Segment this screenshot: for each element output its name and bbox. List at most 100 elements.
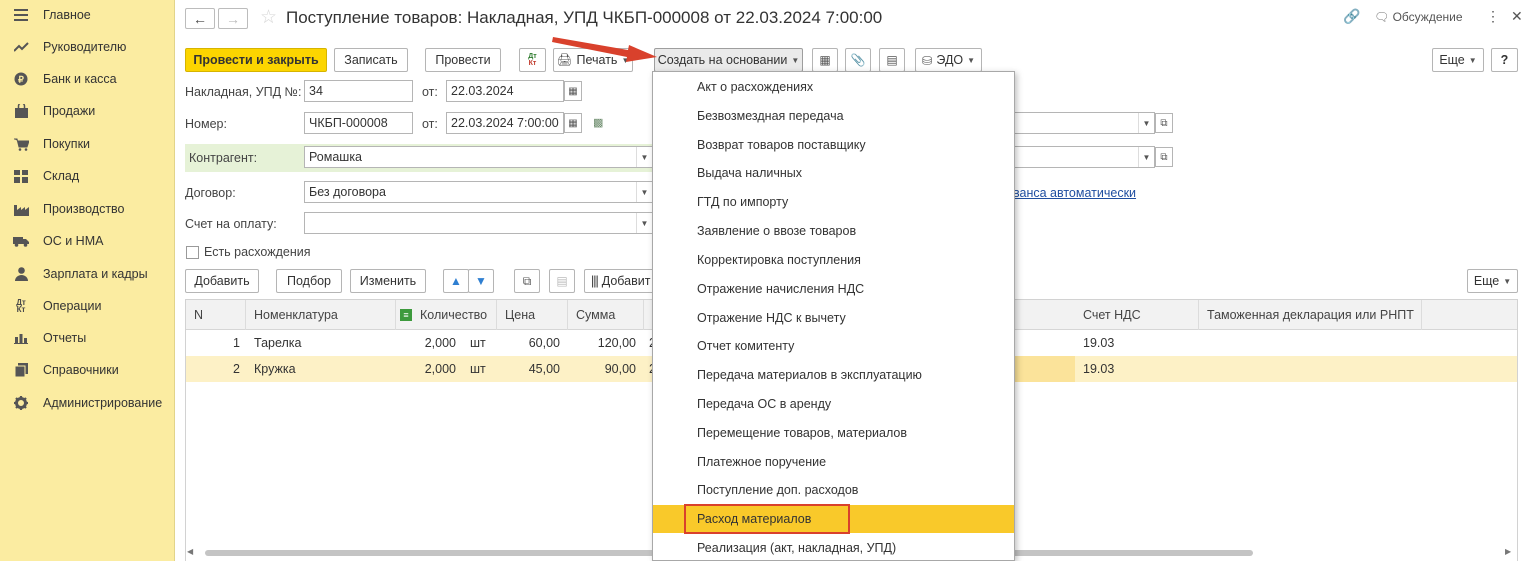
sidebar-item-manager[interactable]: Руководителю xyxy=(0,34,175,60)
discussion-button[interactable]: 🗨 Обсуждение xyxy=(1374,10,1463,24)
sidebar-item-references[interactable]: Справочники xyxy=(0,357,175,383)
attach-button[interactable]: 📎 xyxy=(845,48,871,72)
calendar-icon[interactable]: ▦ xyxy=(564,81,582,101)
chevron-down-icon[interactable]: ▼ xyxy=(1138,113,1154,133)
menu-item-materials-consumption[interactable]: Расход материалов xyxy=(653,504,1014,534)
sidebar-item-sales[interactable]: Продажи xyxy=(0,98,175,124)
menu-item-discrepancy-act[interactable]: Акт о расхождениях xyxy=(653,73,1014,101)
chevron-down-icon: ▼ xyxy=(1468,55,1477,65)
add-row-button[interactable]: Добавить xyxy=(185,269,259,293)
scroll-right-icon[interactable]: ▶ xyxy=(1505,547,1511,556)
close-icon[interactable]: ✕ xyxy=(1511,8,1523,25)
move-down-button[interactable]: ▼ xyxy=(468,269,494,293)
edit-button[interactable]: Изменить xyxy=(350,269,426,293)
menu-item-sales[interactable]: Реализация (акт, накладная, УПД) xyxy=(653,534,1014,561)
organization-field[interactable]: ▼ xyxy=(1012,112,1155,134)
paste-icon: ▤ xyxy=(556,274,568,288)
invoice-date-field[interactable]: 22.03.2024 xyxy=(446,80,564,102)
sidebar-item-bank[interactable]: ₽ Банк и касса xyxy=(0,66,175,92)
save-button[interactable]: Записать xyxy=(334,48,408,72)
table-more-button[interactable]: Еще ▼ xyxy=(1467,269,1518,293)
sidebar-item-reports[interactable]: Отчеты xyxy=(0,325,175,351)
invoice-number-field[interactable]: 34 xyxy=(304,80,413,102)
menu-item-materials-to-operation[interactable]: Передача материалов в эксплуатацию xyxy=(653,361,1014,389)
menu-item-vat-accrual[interactable]: Отражение начисления НДС xyxy=(653,275,1014,303)
menu-item-free-transfer[interactable]: Безвозмездная передача xyxy=(653,102,1014,130)
warehouse-field[interactable]: ▼ xyxy=(1012,146,1155,168)
chevron-down-icon[interactable]: ▼ xyxy=(1138,147,1154,167)
copy-button[interactable]: ⧉ xyxy=(514,269,540,293)
post-button[interactable]: Провести xyxy=(425,48,501,72)
col-price[interactable]: Цена xyxy=(497,300,568,330)
dt-kt-button[interactable]: Дт Кт xyxy=(519,48,546,72)
app-window: Главное Руководителю ₽ Банк и касса Прод… xyxy=(0,0,1536,561)
help-button[interactable]: ? xyxy=(1491,48,1518,72)
sidebar-item-main[interactable]: Главное xyxy=(0,2,175,28)
invoice-pay-field[interactable]: ▼ xyxy=(304,212,653,234)
menu-item-payment-order[interactable]: Платежное поручение xyxy=(653,448,1014,476)
from-label: от: xyxy=(422,117,438,131)
contractor-field[interactable]: Ромашка ▼ xyxy=(304,146,653,168)
paperclip-icon: 📎 xyxy=(850,53,866,67)
menu-item-goods-movement[interactable]: Перемещение товаров, материалов xyxy=(653,419,1014,447)
number-date-field[interactable]: 22.03.2024 7:00:00 xyxy=(446,112,564,134)
advance-link[interactable]: ванса автоматически xyxy=(1013,186,1136,200)
create-based-on-button[interactable]: Создать на основании ▼ xyxy=(654,48,803,72)
menu-item-gtd-import[interactable]: ГТД по импорту xyxy=(653,188,1014,216)
open-icon[interactable]: ⧉ xyxy=(1155,113,1173,133)
menu-item-additional-costs[interactable]: Поступление доп. расходов xyxy=(653,476,1014,504)
link-icon[interactable]: 🔗 xyxy=(1343,8,1360,25)
col-qty[interactable]: ≡ Количество xyxy=(396,300,497,330)
sidebar-item-operations[interactable]: Дт Кт Операции xyxy=(0,293,175,319)
scroll-left-icon[interactable]: ◀ xyxy=(187,547,193,556)
print-button[interactable]: 🖨 Печать ▼ xyxy=(553,48,633,72)
menu-item-return-to-supplier[interactable]: Возврат товаров поставщику xyxy=(653,131,1014,159)
calendar-icon[interactable]: ▦ xyxy=(564,113,582,133)
sidebar-item-admin[interactable]: Администрирование xyxy=(0,390,175,416)
menu-item-committent-report[interactable]: Отчет комитенту xyxy=(653,332,1014,360)
post-and-close-button[interactable]: Провести и закрыть xyxy=(185,48,327,72)
sidebar-item-label: Администрирование xyxy=(43,396,163,410)
menu-item-vat-deduction[interactable]: Отражение НДС к вычету xyxy=(653,304,1014,332)
menu-item-cash-out[interactable]: Выдача наличных xyxy=(653,159,1014,187)
from-label: от: xyxy=(422,85,438,99)
structure-button[interactable]: ▦ xyxy=(812,48,838,72)
favorite-star-icon[interactable]: ☆ xyxy=(260,6,277,29)
menu-item-import-application[interactable]: Заявление о ввозе товаров xyxy=(653,217,1014,245)
sidebar-item-purchases[interactable]: Покупки xyxy=(0,131,175,157)
chevron-down-icon: ▼ xyxy=(1503,276,1512,286)
sidebar-item-salary[interactable]: Зарплата и кадры xyxy=(0,261,175,287)
col-vat-account[interactable]: Счет НДС xyxy=(1075,300,1199,330)
report-button[interactable]: ▤ xyxy=(879,48,905,72)
move-up-button[interactable]: ▲ xyxy=(443,269,469,293)
col-customs[interactable]: Таможенная декларация или РНПТ xyxy=(1199,300,1422,330)
chevron-down-icon[interactable]: ▼ xyxy=(636,147,652,167)
chevron-down-icon: ▼ xyxy=(621,55,630,65)
edo-button[interactable]: ⛁ ЭДО ▼ xyxy=(915,48,982,72)
back-button[interactable]: ← xyxy=(185,8,215,29)
svg-text:₽: ₽ xyxy=(18,75,24,85)
truck-icon xyxy=(13,233,29,249)
more-vertical-icon[interactable]: ⋮ xyxy=(1486,8,1500,25)
pick-button[interactable]: Подбор xyxy=(276,269,342,293)
sidebar-item-label: Производство xyxy=(43,202,125,216)
sidebar-item-production[interactable]: Производство xyxy=(0,196,175,222)
chevron-down-icon[interactable]: ▼ xyxy=(636,182,652,202)
col-sum[interactable]: Сумма xyxy=(568,300,644,330)
sidebar-item-warehouse[interactable]: Склад xyxy=(0,163,175,189)
forward-button[interactable]: → xyxy=(218,8,248,29)
open-icon[interactable]: ⧉ xyxy=(1155,147,1173,167)
contract-field[interactable]: Без договора ▼ xyxy=(304,181,653,203)
paste-button[interactable]: ▤ xyxy=(549,269,575,293)
discrepancy-checkbox[interactable] xyxy=(186,246,199,259)
history-icon[interactable]: ▩ xyxy=(593,116,603,129)
menu-item-receipt-correction[interactable]: Корректировка поступления xyxy=(653,246,1014,274)
more-button[interactable]: Еще ▼ xyxy=(1432,48,1484,72)
col-name[interactable]: Номенклатура xyxy=(246,300,396,330)
cell-n: 1 xyxy=(233,336,240,350)
menu-item-asset-lease[interactable]: Передача ОС в аренду xyxy=(653,390,1014,418)
number-field[interactable]: ЧКБП-000008 xyxy=(304,112,413,134)
sidebar-item-assets[interactable]: ОС и НМА xyxy=(0,228,175,254)
chevron-down-icon[interactable]: ▼ xyxy=(636,213,652,233)
col-n[interactable]: N xyxy=(186,300,246,330)
